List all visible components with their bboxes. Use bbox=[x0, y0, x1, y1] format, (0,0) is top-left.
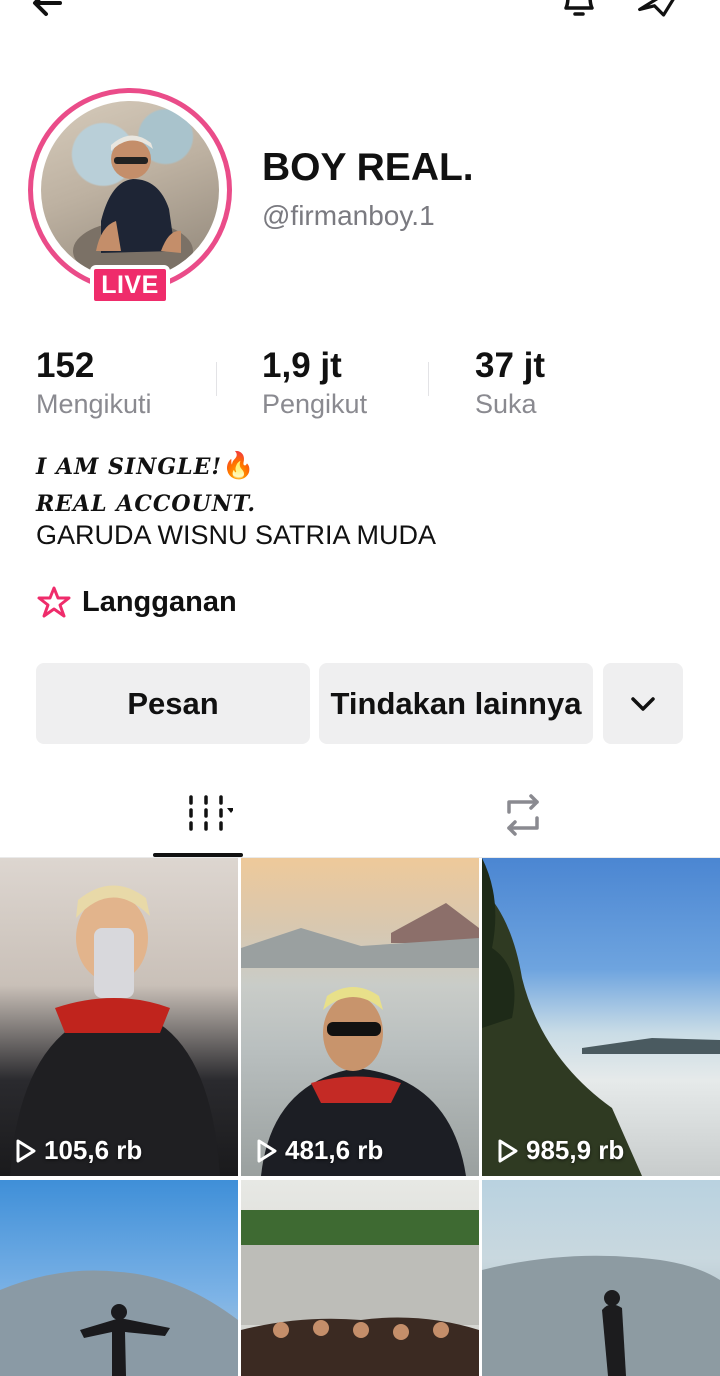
thumbnail-image bbox=[0, 1270, 238, 1376]
avatar-live-ring[interactable] bbox=[28, 88, 232, 292]
thumbnail-image bbox=[10, 885, 220, 1176]
dropdown-button[interactable] bbox=[603, 663, 683, 744]
video-thumbnail[interactable] bbox=[0, 1180, 238, 1376]
video-thumbnail[interactable]: 481,6 rb bbox=[241, 858, 479, 1176]
view-count: 105,6 rb bbox=[14, 1135, 142, 1166]
stat-likes-value: 37 jt bbox=[475, 346, 546, 385]
stat-divider bbox=[216, 362, 217, 396]
fire-emoji-icon: 🔥 bbox=[222, 450, 255, 480]
thumbnail-image bbox=[482, 858, 720, 1176]
stat-following-label: Mengikuti bbox=[36, 389, 152, 419]
stat-following-value: 152 bbox=[36, 346, 95, 385]
grid-icon bbox=[189, 795, 233, 831]
stat-followers-label: Pengikut bbox=[262, 389, 368, 419]
avatar bbox=[41, 101, 219, 279]
star-badge-icon bbox=[37, 586, 71, 618]
more-actions-button[interactable]: Tindakan lainnya bbox=[319, 663, 593, 744]
bio-line-1: I AM SINGLE!🔥 bbox=[36, 450, 254, 481]
stat-likes-label: Suka bbox=[475, 389, 537, 419]
arrow-left-icon bbox=[33, 0, 62, 16]
view-count: 481,6 rb bbox=[255, 1135, 383, 1166]
tab-videos[interactable] bbox=[150, 780, 246, 850]
subscription-link[interactable]: Langganan bbox=[36, 585, 237, 619]
bio-line-2-text: REAL ACCOUNT. bbox=[36, 491, 256, 517]
stat-divider bbox=[428, 362, 429, 396]
stat-followers-value: 1,9 jt bbox=[262, 346, 342, 385]
view-count-text: 481,6 rb bbox=[285, 1135, 384, 1165]
username: @firmanboy.1 bbox=[262, 200, 435, 231]
display-name: BOY REAL. bbox=[262, 146, 474, 189]
view-count: 985,9 rb bbox=[496, 1135, 624, 1166]
repost-icon bbox=[507, 794, 539, 836]
play-icon bbox=[257, 1139, 277, 1162]
stat-likes[interactable]: 37 jt Suka bbox=[475, 345, 545, 421]
thumbnail-image bbox=[482, 1255, 720, 1376]
thumbnail-image bbox=[241, 903, 479, 1176]
video-thumbnail[interactable]: 985,9 rb bbox=[482, 858, 720, 1176]
bell-icon bbox=[564, 0, 594, 16]
share-button[interactable] bbox=[636, 0, 682, 26]
play-icon bbox=[16, 1139, 36, 1162]
view-count-text: 105,6 rb bbox=[44, 1135, 143, 1165]
video-thumbnail[interactable]: 105,6 rb bbox=[0, 858, 238, 1176]
live-badge[interactable]: LIVE bbox=[90, 265, 170, 305]
notifications-button[interactable] bbox=[556, 0, 602, 26]
stat-followers[interactable]: 1,9 jt Pengikut bbox=[262, 345, 367, 421]
bio-line-2: REAL ACCOUNT. bbox=[36, 487, 256, 518]
tab-reposts[interactable] bbox=[480, 780, 566, 850]
share-arrow-icon bbox=[638, 0, 675, 17]
video-thumbnail[interactable] bbox=[482, 1180, 720, 1376]
play-icon bbox=[498, 1139, 518, 1162]
back-button[interactable] bbox=[30, 0, 76, 26]
stat-following[interactable]: 152 Mengikuti bbox=[36, 345, 152, 421]
avatar-person-illustration bbox=[73, 135, 193, 279]
message-button[interactable]: Pesan bbox=[36, 663, 310, 744]
bio-line-3: GARUDA WISNU SATRIA MUDA bbox=[36, 520, 437, 550]
view-count-text: 985,9 rb bbox=[526, 1135, 625, 1165]
bio-line-1-text: I AM SINGLE! bbox=[36, 454, 223, 480]
subscription-label: Langganan bbox=[82, 585, 237, 618]
chevron-down-icon bbox=[631, 696, 655, 711]
thumbnail-image bbox=[241, 1210, 479, 1376]
video-thumbnail[interactable] bbox=[241, 1180, 479, 1376]
